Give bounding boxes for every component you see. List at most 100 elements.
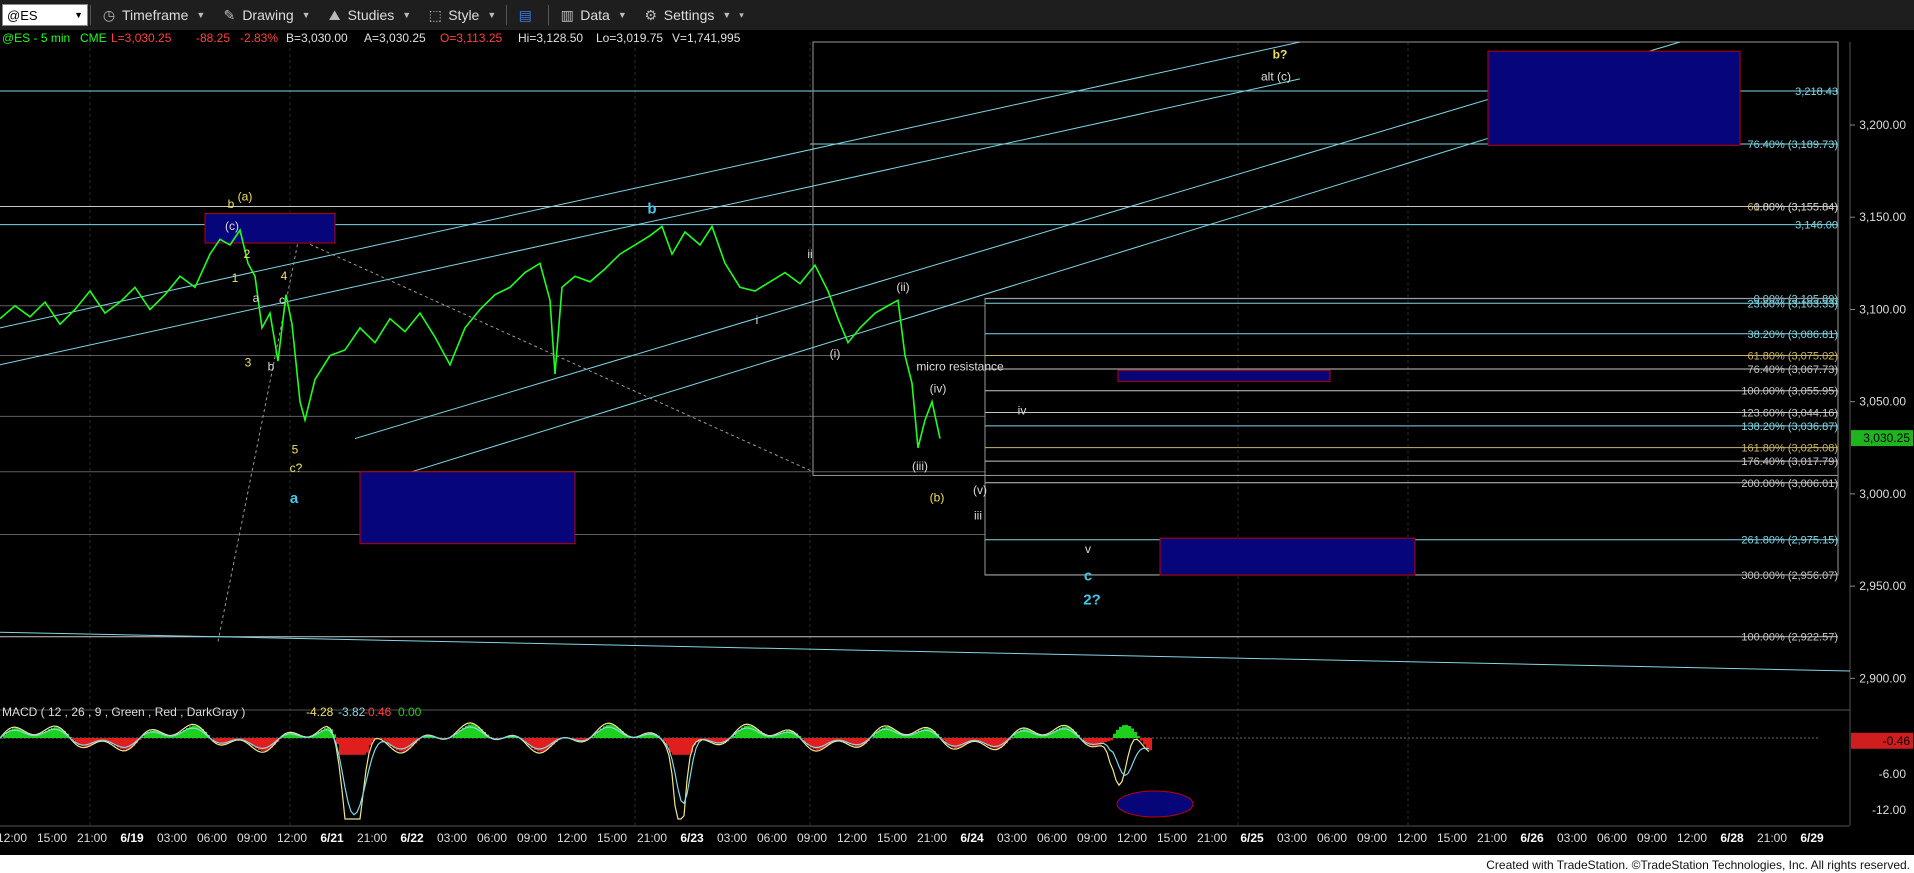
x-tick-label: 21:00: [1477, 831, 1507, 845]
wave-label: micro resistance: [916, 359, 1004, 373]
wave-label: 5: [292, 442, 299, 456]
y-tick-label: 3,050.00: [1859, 395, 1906, 409]
fib-label: 0.00% (3,155.84): [1754, 201, 1838, 213]
x-tick-label: 21:00: [1197, 831, 1227, 845]
macd-value: 0.00: [398, 705, 422, 719]
macd-histogram-bar: [687, 738, 690, 755]
macd-histogram-bar: [264, 738, 267, 751]
wave-label: iii: [974, 509, 982, 523]
drawing-button[interactable]: ✎ Drawing ▼: [213, 1, 318, 29]
wave-label: (a): [238, 190, 253, 204]
style-label: Style: [448, 7, 480, 23]
wave-label: alt (c): [1261, 70, 1291, 84]
wave-label: 1: [232, 271, 239, 285]
layout-button[interactable]: ▤: [509, 1, 546, 29]
macd-histogram-bar: [681, 738, 684, 755]
fib-label: 38.20% (3,086.81): [1747, 329, 1838, 341]
chevron-down-icon: ▼: [402, 10, 412, 20]
fib-label: 100.00% (3,055.95): [1741, 386, 1838, 398]
x-tick-label: 09:00: [797, 831, 827, 845]
macd-histogram-bar: [1101, 738, 1104, 744]
wave-label: c: [279, 293, 285, 307]
macd-histogram-bar: [123, 738, 126, 750]
fib-label: 76.40% (3,067.73): [1747, 364, 1838, 376]
x-tick-label: 6/28: [1720, 831, 1744, 845]
wave-label: ii: [807, 247, 812, 261]
price-chart[interactable]: 3,218.4376.40% (3,189.73)61.80% (3,155.8…: [0, 30, 1914, 855]
fib-label: 61.80% (3,075.02): [1747, 351, 1838, 363]
symbol-input[interactable]: @ES ▼: [2, 4, 88, 26]
fib-label: 261.80% (2,975.15): [1741, 535, 1838, 547]
gear-icon: ⚙: [644, 6, 658, 23]
x-tick-label: 06:00: [197, 831, 227, 845]
macd-histogram-bar: [357, 738, 360, 755]
fib-label: 3,146.00: [1795, 220, 1838, 232]
header-bid: B=3,030.00: [286, 31, 348, 45]
macd-histogram-bar: [348, 738, 351, 755]
fib-label: 76.40% (3,189.73): [1747, 139, 1838, 151]
settings-button[interactable]: ⚙ Settings ▼ ▾: [635, 1, 752, 29]
timeframe-label: Timeframe: [122, 7, 189, 23]
chart-header: @ES - 5 min CME L=3,030.25 -88.25 -2.83%…: [2, 31, 741, 45]
style-button[interactable]: ⬚ Style ▼: [419, 1, 504, 29]
x-tick-label: 6/25: [1240, 831, 1264, 845]
macd-histogram-bar: [384, 738, 387, 742]
overflow-icon[interactable]: ▾: [739, 10, 744, 21]
chevron-down-icon: ▼: [487, 10, 497, 20]
header-symbol: @ES - 5 min: [2, 31, 70, 45]
x-tick-label: 12:00: [1397, 831, 1427, 845]
macd-histogram-bar: [1140, 738, 1143, 741]
x-tick-label: 6/24: [960, 831, 984, 845]
macd-value: -3.82: [338, 705, 366, 719]
macd-histogram-bar: [1134, 731, 1137, 738]
x-tick-label: 06:00: [1597, 831, 1627, 845]
macd-histogram-bar: [402, 738, 405, 752]
macd-histogram-bar: [267, 738, 270, 750]
macd-histogram-bar: [363, 738, 366, 755]
x-tick-label: 06:00: [757, 831, 787, 845]
macd-histogram-bar: [891, 728, 894, 738]
macd-histogram-bar: [1107, 738, 1110, 742]
clock-icon: ◷: [102, 6, 116, 23]
x-tick-label: 09:00: [517, 831, 547, 845]
macd-histogram-bar: [1122, 725, 1125, 738]
wave-label: a: [290, 490, 299, 507]
y-tick-label: 3,100.00: [1859, 302, 1906, 316]
settings-label: Settings: [663, 7, 715, 23]
macd-histogram-bar: [474, 725, 477, 738]
macd-histogram-bar: [1068, 727, 1071, 738]
y-tick-label: 3,200.00: [1859, 118, 1906, 132]
x-tick-label: 12:00: [837, 831, 867, 845]
x-tick-label: 09:00: [1637, 831, 1667, 845]
style-icon: ⬚: [428, 6, 442, 23]
timeframe-button[interactable]: ◷ Timeframe ▼: [93, 1, 213, 29]
x-tick-label: 6/26: [1520, 831, 1544, 845]
header-open: O=3,113.25: [440, 31, 502, 45]
studies-button[interactable]: ⛰ Studies ▼: [319, 1, 420, 29]
chevron-down-icon[interactable]: ▼: [74, 10, 83, 20]
wave-label: i: [756, 313, 759, 327]
data-button[interactable]: ▥ Data ▼: [551, 1, 635, 29]
macd-histogram-bar: [816, 738, 819, 750]
x-tick-label: 06:00: [477, 831, 507, 845]
macd-histogram-bar: [1131, 728, 1134, 738]
x-tick-label: 21:00: [357, 831, 387, 845]
wave-label: 3: [245, 356, 252, 370]
x-tick-label: 15:00: [1157, 831, 1187, 845]
macd-histogram-bar: [684, 738, 687, 755]
macd-histogram-bar: [57, 727, 60, 738]
x-tick-label: 12:00: [1117, 831, 1147, 845]
macd-histogram-bar: [1149, 738, 1152, 751]
macd-histogram-bar: [354, 738, 357, 755]
macd-histogram-bar: [198, 726, 201, 738]
x-tick-label: 03:00: [997, 831, 1027, 845]
macd-value: -4.28: [306, 705, 334, 719]
macd-histogram-bar: [1137, 736, 1140, 738]
x-tick-label: 03:00: [717, 831, 747, 845]
wave-label: c: [1084, 568, 1092, 585]
x-tick-label: 6/23: [680, 831, 704, 845]
macd-histogram-bar: [615, 726, 618, 738]
macd-histogram-bar: [261, 738, 264, 751]
bars-icon: ▥: [560, 6, 574, 23]
chevron-down-icon: ▼: [722, 10, 732, 20]
